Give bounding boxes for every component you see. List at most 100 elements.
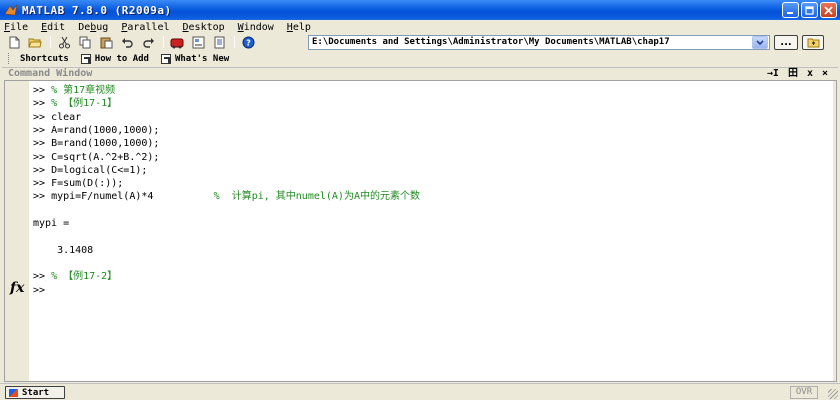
help-button[interactable]: ? — [240, 35, 256, 49]
undock-icon[interactable]: x — [807, 68, 813, 80]
menu-file[interactable]: File — [4, 22, 28, 33]
toolbar-separator — [234, 36, 235, 48]
help-icon: ? — [242, 36, 254, 48]
redo-button[interactable] — [140, 35, 156, 49]
guide-button[interactable] — [190, 35, 206, 49]
command-text: A=rand(1000,1000); — [51, 124, 160, 136]
simulink-button[interactable] — [169, 35, 185, 49]
command-line: 3.1408 — [33, 244, 93, 257]
copy-button[interactable] — [77, 35, 93, 49]
toolbar-grip[interactable] — [8, 53, 11, 64]
command-text: C=sqrt(A.^2+B.^2); — [51, 151, 160, 163]
close-icon — [824, 5, 833, 15]
command-line: >> — [33, 284, 51, 297]
comment-text: % 计算pi, 其中numel(A)为A中的元素个数 — [213, 191, 420, 203]
browse-folder-button[interactable]: ... — [774, 35, 798, 50]
current-folder-input[interactable]: E:\Documents and Settings\Administrator\… — [308, 35, 770, 50]
prompt: >> — [33, 271, 52, 283]
profiler-icon — [214, 36, 224, 48]
comment-text: % 【例17-1】 — [51, 98, 118, 110]
menu-desktop[interactable]: Desktop — [183, 22, 225, 33]
go-up-folder-button[interactable] — [802, 35, 824, 50]
prompt: >> — [33, 178, 52, 190]
command-line: >> % 【例17-2】 — [33, 270, 117, 283]
command-text: B=rand(1000,1000); — [51, 138, 160, 150]
close-button[interactable] — [820, 2, 837, 18]
command-window-header: Command Window →I 田 x × — [2, 67, 838, 80]
paste-icon — [100, 37, 112, 48]
command-gutter: fx — [5, 81, 29, 381]
menu-debug[interactable]: Debug — [78, 22, 108, 33]
prompt: >> — [33, 151, 52, 163]
start-button[interactable]: Start — [5, 386, 65, 399]
prompt: >> — [33, 164, 52, 176]
command-text: mypi = — [33, 218, 70, 229]
cut-icon — [58, 36, 70, 48]
command-line: >> % 【例17-1】 — [33, 97, 117, 110]
command-line: >> % 第17章视频 — [33, 84, 115, 97]
shortcut-how-to-add[interactable]: How to Add — [80, 53, 149, 64]
toolbar: ? E:\Documents and Settings\Administrato… — [0, 34, 840, 50]
prompt: >> — [33, 191, 52, 203]
prompt: >> — [33, 124, 52, 136]
toolbar-separator — [50, 36, 51, 48]
open-folder-icon — [28, 38, 42, 47]
prompt: >> — [33, 85, 52, 96]
command-line: >> A=rand(1000,1000); — [33, 124, 159, 137]
folder-up-icon — [807, 38, 819, 48]
svg-text:?: ? — [246, 38, 251, 47]
copy-icon — [79, 36, 90, 48]
matlab-logo-icon — [4, 4, 18, 16]
comment-text: % 第17章视频 — [51, 85, 116, 96]
guide-icon — [192, 36, 204, 48]
command-line: >> F=sum(D(:)); — [33, 177, 123, 190]
command-text: F=sum(D(:)); — [51, 178, 124, 190]
paste-button[interactable] — [98, 35, 114, 49]
command-window[interactable]: fx >> % 第17章视频 >> % 【例17-1】 >> clear >> A=r… — [4, 80, 837, 382]
command-line: >> D=logical(C<=1); — [33, 164, 147, 177]
menu-edit[interactable]: Edit — [41, 22, 65, 33]
command-window-title: Command Window — [8, 68, 93, 79]
overwrite-indicator: OVR — [790, 386, 818, 399]
open-button[interactable] — [27, 35, 43, 49]
shortcut-whats-new[interactable]: What's New — [160, 53, 229, 64]
menu-help[interactable]: Help — [287, 22, 311, 33]
menu-parallel[interactable]: Parallel — [121, 22, 169, 33]
status-bar: Start OVR — [0, 383, 840, 400]
command-text: 3.1408 — [33, 244, 94, 256]
maximize-icon — [805, 5, 814, 15]
prompt: >> — [33, 111, 52, 123]
new-file-button[interactable] — [6, 35, 22, 49]
command-line: >> B=rand(1000,1000); — [33, 137, 159, 150]
scroll-strip — [833, 81, 836, 381]
maximize-button[interactable] — [801, 2, 818, 18]
command-line: >> C=sqrt(A.^2+B.^2); — [33, 151, 159, 164]
command-line: >> clear — [33, 111, 81, 124]
command-line: >> mypi=F/numel(A)*4 % 计算pi, 其中numel(A)为… — [33, 190, 420, 203]
profiler-button[interactable] — [211, 35, 227, 49]
shortcut-icon — [80, 53, 91, 64]
cut-button[interactable] — [56, 35, 72, 49]
minimize-button[interactable] — [782, 2, 799, 18]
simulink-icon — [170, 38, 184, 48]
command-text: clear — [51, 111, 82, 123]
menu-window[interactable]: Window — [238, 22, 274, 33]
command-text: mypi=F/numel(A)*4 — [51, 191, 154, 203]
title-bar: MATLAB 7.8.0 (R2009a) — [0, 0, 840, 20]
chevron-down-icon — [756, 39, 764, 45]
minimize-icon — [787, 11, 793, 14]
prompt: >> — [33, 284, 52, 296]
shortcuts-bar: Shortcuts How to Add What's New — [0, 51, 840, 66]
dock-icon[interactable]: →I — [767, 68, 779, 80]
command-text: D=logical(C<=1); — [51, 164, 148, 176]
maximize-pane-icon[interactable]: 田 — [788, 68, 798, 80]
resize-grip-icon[interactable] — [828, 389, 838, 399]
prompt: >> — [33, 98, 52, 110]
undo-button[interactable] — [119, 35, 135, 49]
shortcut-icon — [160, 53, 171, 64]
start-logo-icon — [9, 388, 18, 397]
shortcuts-menu[interactable]: Shortcuts — [20, 54, 69, 64]
close-pane-icon[interactable]: × — [822, 68, 828, 80]
function-browser-icon[interactable]: fx — [10, 280, 24, 296]
current-folder-dropdown[interactable] — [752, 36, 768, 49]
